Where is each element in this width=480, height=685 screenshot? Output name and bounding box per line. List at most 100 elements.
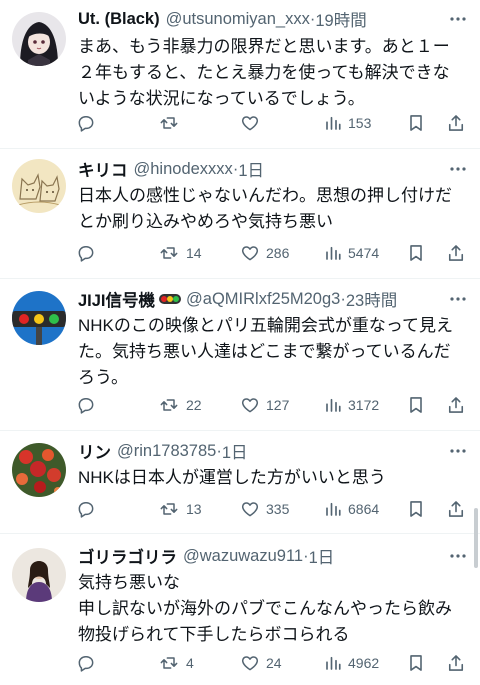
tweet-4[interactable]: リン @rin1783785 · 1日 NHKは日本人が運営した方がいいと思う … [0, 431, 480, 534]
share-icon [448, 397, 464, 413]
user-handle[interactable]: @aQMIRlxf25M20g3 [186, 290, 340, 309]
avatar[interactable] [12, 443, 66, 497]
display-name[interactable]: ゴリラゴリラ [78, 544, 177, 568]
share-button[interactable] [446, 494, 466, 524]
tweet-header: キリコ @hinodexxxx · 1日 [78, 157, 440, 181]
like-count: 335 [266, 501, 290, 517]
reply-icon [78, 398, 94, 414]
tweet-5[interactable]: ゴリラゴリラ @wazuwazu911 · 1日 気持ち悪いな 申し訳ないが海外… [0, 534, 480, 685]
timestamp[interactable]: 19時間 [315, 7, 366, 31]
tweet-header: JIJI信号機 @aQMIRlxf25M20g3 · 23時間 [78, 287, 440, 311]
timestamp[interactable]: 1日 [309, 544, 335, 568]
share-icon [448, 245, 464, 261]
more-options-icon[interactable] [446, 287, 470, 311]
avatar[interactable] [12, 12, 66, 66]
bookmark-button[interactable] [406, 238, 426, 268]
tweet-2[interactable]: キリコ @hinodexxxx · 1日 日本人の感性じゃないんだわ。思想の押し… [0, 149, 480, 279]
retweet-count: 22 [186, 397, 202, 413]
bookmark-button[interactable] [406, 390, 426, 420]
action-bar: 153 [72, 108, 480, 138]
avatar[interactable] [12, 159, 66, 213]
user-handle[interactable]: @rin1783785 [117, 442, 216, 461]
retweet-button[interactable]: 22 [158, 390, 202, 420]
like-button[interactable]: 335 [240, 494, 289, 524]
timestamp[interactable]: 23時間 [346, 287, 397, 311]
views-button[interactable]: 3172 [324, 390, 379, 420]
reply-button[interactable] [76, 108, 102, 138]
anime-avatar-icon [12, 12, 66, 66]
views-button[interactable]: 153 [324, 108, 371, 138]
like-button[interactable]: 127 [240, 390, 289, 420]
reply-button[interactable] [76, 648, 102, 678]
bookmark-button[interactable] [406, 108, 426, 138]
tweet-text: まあ、もう非暴力の限界だと思います。あと１ー２年もすると、たとえ暴力を使っても解… [78, 37, 450, 108]
share-button[interactable] [446, 648, 466, 678]
display-name[interactable]: リン [78, 439, 111, 463]
reply-icon [78, 656, 94, 672]
share-icon [448, 655, 464, 671]
retweet-icon [160, 117, 178, 129]
action-bar: 4 24 4962 [72, 648, 480, 678]
views-button[interactable]: 6864 [324, 494, 379, 524]
more-options-icon[interactable] [446, 544, 470, 568]
display-name[interactable]: Ut. (Black) [78, 10, 160, 29]
like-button[interactable]: 24 [240, 648, 282, 678]
bookmark-icon [410, 115, 422, 131]
like-count: 24 [266, 655, 282, 671]
views-button[interactable]: 5474 [324, 238, 379, 268]
reply-button[interactable] [76, 238, 102, 268]
scrollbar[interactable] [474, 508, 478, 568]
view-count: 5474 [348, 245, 380, 261]
user-handle[interactable]: @wazuwazu911 [183, 547, 303, 566]
bookmark-button[interactable] [406, 648, 426, 678]
like-count: 127 [266, 397, 290, 413]
user-handle[interactable]: @utsunomiyan_xxx [166, 10, 310, 29]
retweet-icon [160, 247, 178, 259]
retweet-button[interactable]: 14 [158, 238, 202, 268]
more-options-icon[interactable] [446, 439, 470, 463]
share-button[interactable] [446, 108, 466, 138]
like-button[interactable] [240, 108, 266, 138]
avatar[interactable] [12, 291, 66, 345]
views-chart-icon [326, 116, 341, 130]
views-chart-icon [326, 246, 341, 260]
retweet-icon [160, 503, 178, 515]
view-count: 3172 [348, 397, 380, 413]
tweet-text: 日本人の感性じゃないんだわ。思想の押し付けだとか刷り込みやめろや気持ち悪い [78, 186, 452, 231]
retweet-icon [160, 399, 178, 411]
action-bar: 14 286 5474 [72, 238, 480, 268]
display-name[interactable]: JIJI信号機 [78, 287, 155, 311]
share-button[interactable] [446, 390, 466, 420]
retweet-count: 14 [186, 245, 202, 261]
reply-icon [78, 502, 94, 518]
retweet-button[interactable] [158, 108, 186, 138]
bookmark-icon [410, 245, 422, 261]
action-bar: 22 127 3172 [72, 390, 480, 420]
retweet-button[interactable]: 4 [158, 648, 194, 678]
person-avatar-icon [12, 548, 66, 602]
bookmark-button[interactable] [406, 494, 426, 524]
heart-icon [241, 246, 259, 261]
tweet-1[interactable]: Ut. (Black) @utsunomiyan_xxx · 19時間 まあ、も… [0, 0, 480, 149]
share-icon [448, 115, 464, 131]
tweet-text: NHKのこの映像とパリ五輪開会式が重なって見えた。気持ち悪い人達はどこまで繋がっ… [78, 316, 454, 387]
reply-button[interactable] [76, 390, 102, 420]
view-count: 4962 [348, 655, 380, 671]
timestamp[interactable]: 1日 [238, 157, 264, 181]
views-button[interactable]: 4962 [324, 648, 379, 678]
timestamp[interactable]: 1日 [222, 439, 248, 463]
display-name[interactable]: キリコ [78, 157, 128, 181]
heart-icon [241, 656, 259, 671]
tweet-3[interactable]: JIJI信号機 @aQMIRlxf25M20g3 · 23時間 NHKのこの映像… [0, 279, 480, 431]
avatar[interactable] [12, 548, 66, 602]
retweet-button[interactable]: 13 [158, 494, 202, 524]
user-handle[interactable]: @hinodexxxx [134, 160, 233, 179]
like-button[interactable]: 286 [240, 238, 289, 268]
bookmark-icon [410, 655, 422, 671]
views-chart-icon [326, 656, 341, 670]
reply-button[interactable] [76, 494, 102, 524]
share-button[interactable] [446, 238, 466, 268]
retweet-count: 13 [186, 501, 202, 517]
more-options-icon[interactable] [446, 157, 470, 181]
more-options-icon[interactable] [446, 7, 470, 31]
